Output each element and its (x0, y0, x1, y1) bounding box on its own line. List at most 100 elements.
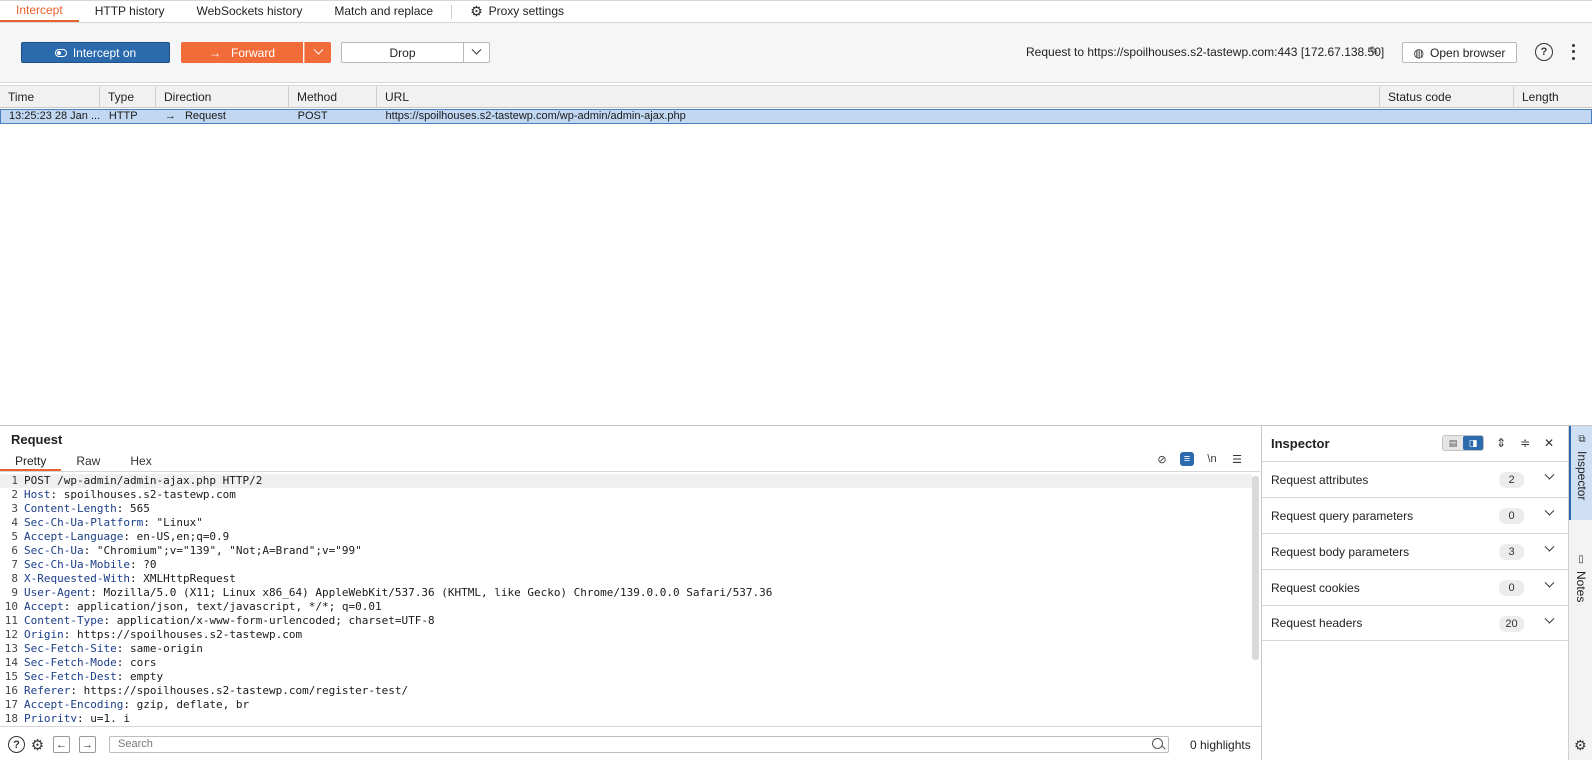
editor-line[interactable]: 2 Host: spoilhouses.s2-tastewp.com (0, 488, 1252, 502)
tab-intercept[interactable]: Intercept (0, 1, 79, 22)
drop-button[interactable]: Drop (341, 42, 464, 63)
highlights-count: 0 highlights (1190, 738, 1251, 752)
chevron-down-icon (1544, 469, 1555, 480)
edit-target-pencil-icon[interactable]: ✎ (1369, 44, 1383, 58)
side-tab-notes[interactable]: ▯ Notes (1569, 546, 1592, 626)
chevron-down-icon (1544, 577, 1555, 588)
header-name: X-Requested-With (24, 572, 130, 585)
line-number: 9 (11, 586, 18, 599)
gear-icon[interactable]: ⚙ (1574, 737, 1587, 754)
request-panel-title: Request (11, 432, 63, 447)
column-header-method[interactable]: Method (289, 86, 377, 107)
open-browser-button[interactable]: ◍ Open browser (1402, 42, 1517, 63)
tab-http-history[interactable]: HTTP history (79, 1, 181, 22)
line-number: 15 (4, 670, 18, 683)
editor-line[interactable]: 11 Content-Type: application/x-www-form-u… (0, 614, 1252, 628)
more-options-icon[interactable] (1570, 42, 1576, 62)
help-icon[interactable]: ? (8, 736, 25, 753)
inspector-title: Inspector (1271, 436, 1330, 451)
request-editor[interactable]: 1 POST /wp-admin/admin-ajax.php HTTP/2 2 Ho… (0, 474, 1252, 722)
tab-pretty[interactable]: Pretty (0, 452, 62, 471)
drop-dropdown-button[interactable] (463, 42, 490, 63)
arrow-right-icon[interactable]: → (79, 736, 96, 753)
table-row[interactable]: 13:25:23 28 Jan ... HTTP → Request POST … (0, 109, 1592, 124)
section-label: Request body parameters (1271, 544, 1410, 559)
forward-button[interactable]: → Forward (181, 42, 303, 63)
intercept-toggle-button[interactable]: Intercept on (21, 42, 170, 63)
editor-line[interactable]: 17 Accept-Encoding: gzip, deflate, br (0, 698, 1252, 712)
search-input[interactable]: Search (109, 736, 1169, 753)
menu-icon[interactable]: ☰ (1230, 452, 1244, 466)
intercept-table-header: Time Type Direction Method URL Status co… (0, 85, 1592, 108)
expand-all-icon[interactable]: ⇕ (1494, 436, 1508, 450)
editor-line[interactable]: 13 Sec-Fetch-Site: same-origin (0, 642, 1252, 656)
arrow-right-icon: → (208, 45, 221, 60)
column-header-status-code[interactable]: Status code (1380, 86, 1514, 107)
editor-line[interactable]: 16 Referer: https://spoilhouses.s2-tastew… (0, 684, 1252, 698)
arrow-right-icon: → (164, 110, 176, 122)
chevron-down-icon (1544, 541, 1555, 552)
tab-match-and-replace[interactable]: Match and replace (318, 1, 449, 22)
inspector-request-query-parameters[interactable]: Request query parameters 0 (1262, 497, 1568, 533)
column-header-url[interactable]: URL (377, 86, 1380, 107)
editor-line[interactable]: 9 User-Agent: Mozilla/5.0 (X11; Linux x86… (0, 586, 1252, 600)
line-number: 2 (11, 488, 18, 501)
count-badge: 2 (1499, 472, 1524, 488)
tab-proxy-settings[interactable]: ⚙ Proxy settings (454, 1, 580, 22)
hide-non-printable-icon[interactable]: ⊘ (1155, 452, 1169, 466)
arrow-left-icon[interactable]: ← (53, 736, 70, 753)
editor-line[interactable]: 3 Content-Length: 565 (0, 502, 1252, 516)
header-value: : XMLHttpRequest (129, 572, 236, 585)
header-value: : Mozilla/5.0 (X11; Linux x86_64) AppleW… (90, 586, 773, 599)
line-number: 3 (11, 502, 18, 515)
editor-line[interactable]: 8 X-Requested-With: XMLHttpRequest (0, 572, 1252, 586)
header-value: : u=1, i (76, 712, 130, 722)
forward-dropdown-button[interactable] (304, 42, 331, 63)
tab-raw[interactable]: Raw (61, 452, 115, 471)
inspector-request-attributes[interactable]: Request attributes 2 (1262, 461, 1568, 497)
proxy-tabs: Intercept HTTP history WebSockets histor… (0, 0, 1592, 23)
editor-line[interactable]: 18 Priority: u=1, i (0, 712, 1252, 722)
layout-split-icon[interactable]: ◨ (1463, 436, 1483, 450)
intercept-toolbar: Intercept on → Forward Drop Request to h… (0, 23, 1592, 83)
inspector-request-cookies[interactable]: Request cookies 0 (1262, 569, 1568, 605)
column-header-direction[interactable]: Direction (156, 86, 289, 107)
column-header-time[interactable]: Time (0, 86, 100, 107)
header-value: : "Linux" (143, 516, 203, 529)
editor-line[interactable]: 6 Sec-Ch-Ua: "Chromium";v="139", "Not;A=B… (0, 544, 1252, 558)
editor-line[interactable]: 1 POST /wp-admin/admin-ajax.php HTTP/2 (0, 474, 1252, 488)
editor-line[interactable]: 12 Origin: https://spoilhouses.s2-tastewp… (0, 628, 1252, 642)
editor-line[interactable]: 5 Accept-Language: en-US,en;q=0.9 (0, 530, 1252, 544)
help-icon[interactable]: ? (1535, 43, 1553, 61)
header-name: Origin (24, 628, 64, 641)
editor-line[interactable]: 4 Sec-Ch-Ua-Platform: "Linux" (0, 516, 1252, 530)
chevron-down-icon (1544, 613, 1555, 624)
inspector-request-headers[interactable]: Request headers 20 (1262, 605, 1568, 641)
layout-list-icon[interactable]: ▤ (1443, 436, 1463, 450)
editor-line[interactable]: 15 Sec-Fetch-Dest: empty (0, 670, 1252, 684)
gear-icon[interactable]: ⚙ (29, 736, 46, 754)
editor-scrollbar[interactable] (1252, 476, 1259, 660)
word-wrap-icon[interactable]: ≡ (1180, 452, 1194, 466)
collapse-all-icon[interactable]: ≑ (1518, 436, 1532, 450)
header-value: : empty (116, 670, 164, 683)
line-number: 10 (4, 600, 18, 613)
side-tab-inspector[interactable]: ⧉ Inspector (1569, 426, 1592, 520)
editor-line[interactable]: 10 Accept: application/json, text/javascr… (0, 600, 1252, 614)
column-header-type[interactable]: Type (100, 86, 156, 107)
inspector-request-body-parameters[interactable]: Request body parameters 3 (1262, 533, 1568, 569)
cell-length (1513, 110, 1591, 123)
inspector-layout-toggle[interactable]: ▤ ◨ (1442, 435, 1484, 451)
editor-line[interactable]: 14 Sec-Fetch-Mode: cors (0, 656, 1252, 670)
header-value: : https://spoilhouses.s2-tastewp.com (63, 628, 303, 641)
header-value: : "Chromium";v="139", "Not;A=Brand";v="9… (83, 544, 362, 557)
newline-toggle-icon[interactable]: \n (1205, 452, 1219, 466)
chevron-down-icon (471, 44, 482, 55)
tab-hex[interactable]: Hex (115, 452, 166, 471)
tab-label: Proxy settings (488, 4, 564, 18)
close-icon[interactable]: ✕ (1542, 436, 1556, 450)
editor-line[interactable]: 7 Sec-Ch-Ua-Mobile: ?0 (0, 558, 1252, 572)
header-value: : cors (116, 656, 157, 669)
column-header-length[interactable]: Length (1514, 86, 1592, 107)
tab-websockets-history[interactable]: WebSockets history (181, 1, 319, 22)
